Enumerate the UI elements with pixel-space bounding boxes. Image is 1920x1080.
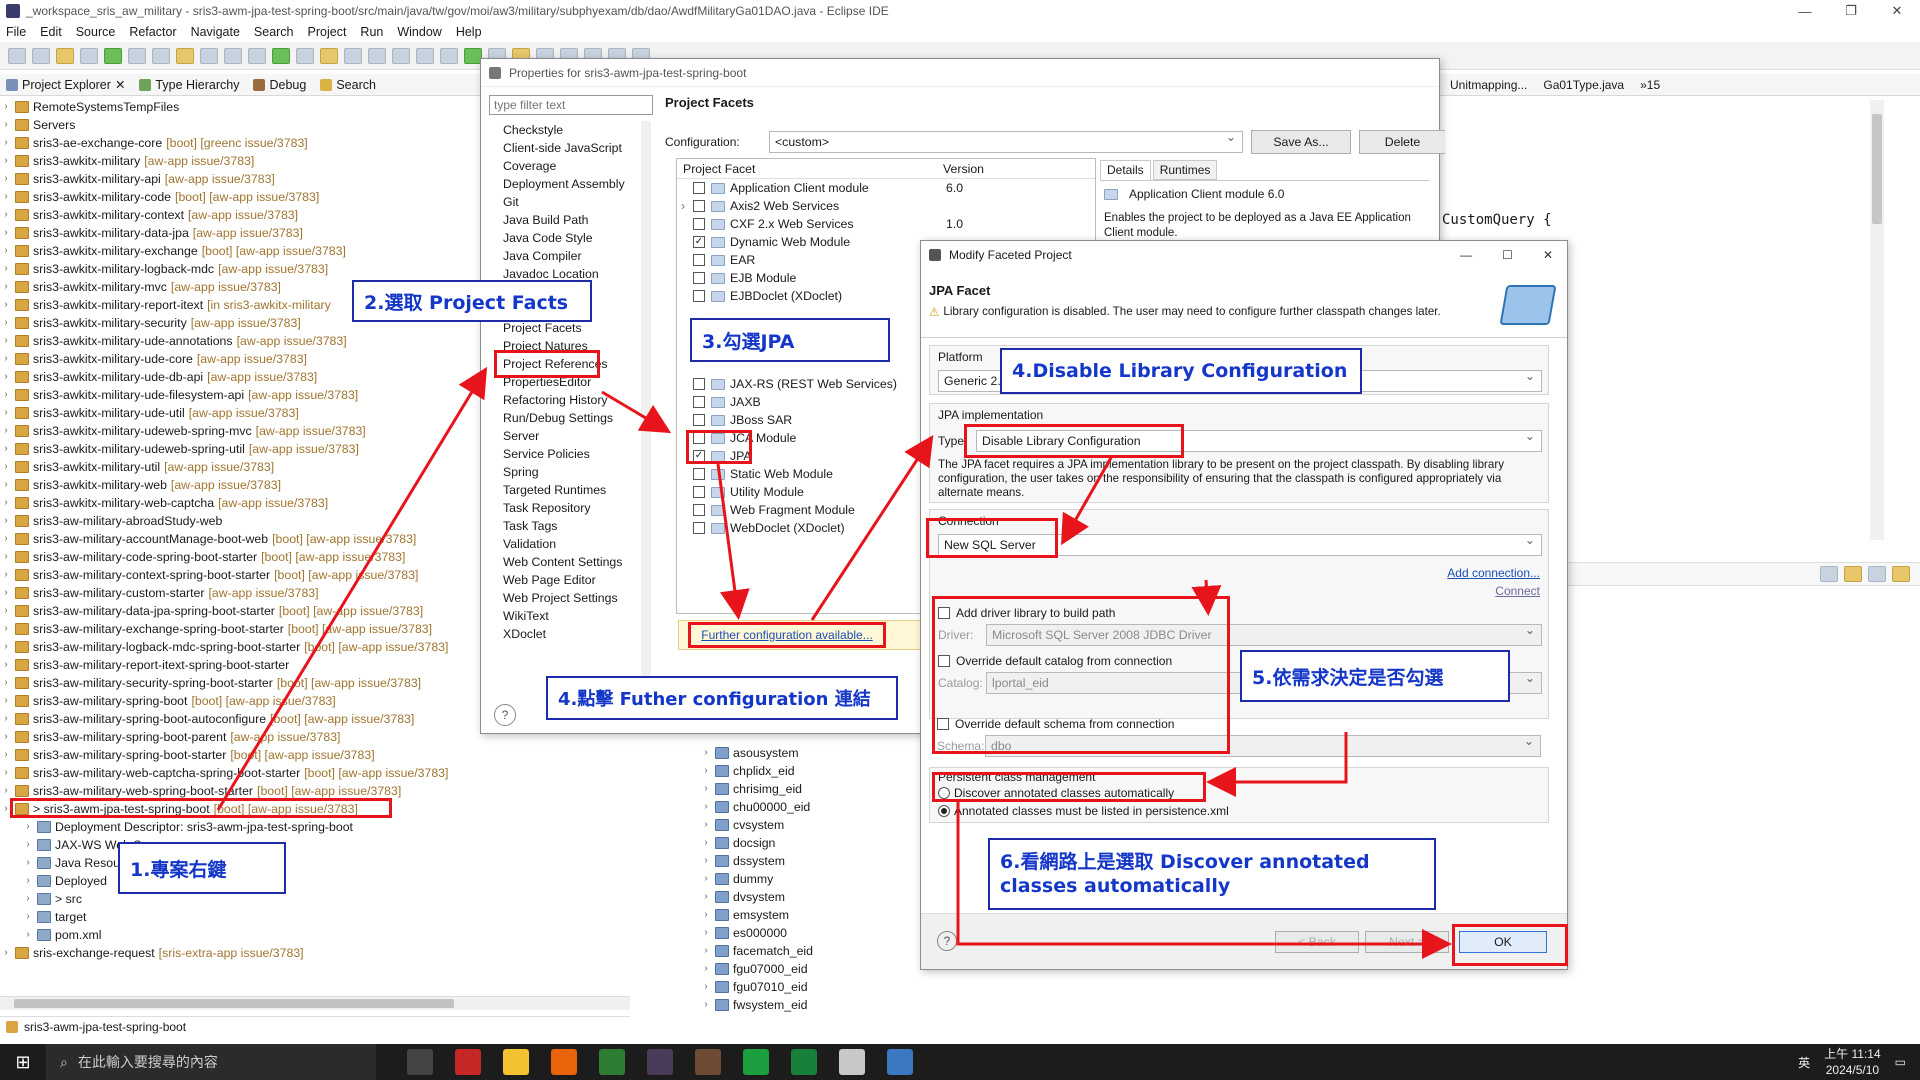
callout-step-3: 3.勾選JPA: [690, 318, 890, 362]
arrow: [1191, 579, 1222, 616]
callout-step-4a: 4.點擊 Futher configuration 連結: [546, 676, 898, 720]
arrow: [1206, 732, 1348, 797]
taskbar-app-icon[interactable]: [647, 1049, 673, 1075]
taskbar-app-icon[interactable]: [599, 1049, 625, 1075]
callout-step-1: 1.專案右鍵: [118, 842, 286, 894]
callout-step-2: 2.選取 Project Facts: [352, 280, 592, 322]
search-icon: ⌕: [60, 1053, 68, 1070]
time: 上午 11:14: [1824, 1047, 1881, 1061]
taskbar-app-icon[interactable]: [839, 1049, 865, 1075]
arrow: [1061, 455, 1114, 546]
taskbar-search[interactable]: ⌕ 在此輸入要搜尋的內容: [46, 1044, 376, 1080]
annotation-arrows: [216, 366, 1452, 959]
windows-start-icon[interactable]: ⊞: [0, 1052, 46, 1073]
notification-icon[interactable]: ▭: [1895, 1055, 1906, 1069]
taskbar-app-icon[interactable]: [407, 1049, 433, 1075]
taskbar-app-icon[interactable]: [791, 1049, 817, 1075]
taskbar-app-icon[interactable]: [455, 1049, 481, 1075]
taskbar-app-icon[interactable]: [503, 1049, 529, 1075]
clock[interactable]: 上午 11:14 2024/5/10: [1824, 1046, 1880, 1078]
ime-indicator[interactable]: 英: [1798, 1054, 1810, 1071]
arrow: [810, 434, 934, 621]
taskbar-app-icon[interactable]: [695, 1049, 721, 1075]
taskbar-app-icon[interactable]: [551, 1049, 577, 1075]
taskbar-app-icon[interactable]: [743, 1049, 769, 1075]
arrow: [216, 366, 488, 811]
callout-step-6: 6.看網路上是選取 Discover annotated classes aut…: [988, 838, 1436, 910]
callout-step-5: 5.依需求決定是否勾選: [1240, 650, 1510, 702]
callout-step-4b: 4.Disable Library Configuration: [1000, 348, 1362, 394]
search-placeholder: 在此輸入要搜尋的內容: [77, 1054, 218, 1070]
arrow: [601, 390, 672, 434]
date: 2024/5/10: [1825, 1063, 1880, 1077]
taskbar: ⊞ ⌕ 在此輸入要搜尋的內容 英 上午 11:14 2024/5/10 ▭: [0, 1044, 1920, 1080]
arrow: [716, 463, 750, 620]
taskbar-app-icon[interactable]: [887, 1049, 913, 1075]
